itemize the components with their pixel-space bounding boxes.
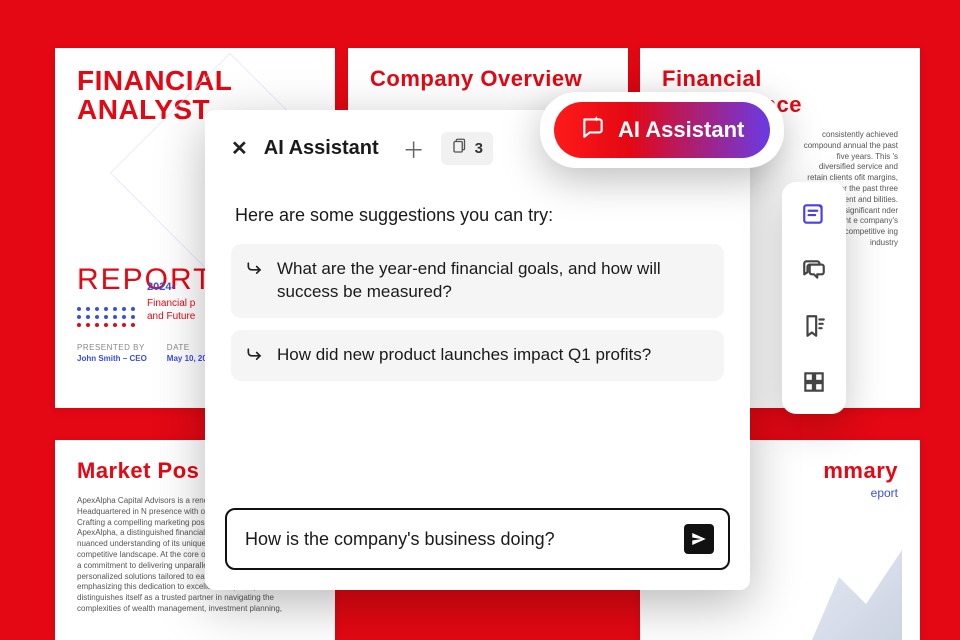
- bookmark-tool[interactable]: [800, 312, 828, 340]
- ai-assistant-pill-container: AI Assistant: [540, 92, 784, 168]
- ai-assistant-panel: ✕ AI Assistant ＋ 3 Here are some suggest…: [205, 110, 750, 590]
- documents-button[interactable]: 3: [441, 132, 493, 165]
- ai-pill-label: AI Assistant: [618, 117, 744, 143]
- ai-panel-title: AI Assistant: [264, 137, 379, 160]
- suggestion-item[interactable]: How did new product launches impact Q1 p…: [231, 330, 724, 381]
- documents-icon: [451, 137, 469, 160]
- thumbnails-tool[interactable]: [800, 368, 828, 396]
- add-icon[interactable]: ＋: [403, 133, 425, 165]
- ai-suggestions-heading: Here are some suggestions you can try:: [235, 205, 720, 226]
- send-button[interactable]: [684, 524, 714, 554]
- documents-count: 3: [475, 140, 483, 157]
- ai-summary-tool[interactable]: [800, 200, 828, 228]
- building-image: [812, 550, 902, 640]
- ai-input-container: [225, 508, 730, 570]
- ai-panel-body: Here are some suggestions you can try: W…: [205, 181, 750, 508]
- close-icon[interactable]: ✕: [231, 136, 248, 161]
- suggestion-arrow-icon: [245, 345, 265, 372]
- comments-tool[interactable]: [800, 256, 828, 284]
- side-toolbar: [782, 182, 846, 414]
- suggestion-item[interactable]: What are the year-end financial goals, a…: [231, 244, 724, 318]
- page2-title: Company Overview: [370, 66, 606, 92]
- suggestion-text: What are the year-end financial goals, a…: [277, 259, 661, 301]
- suggestion-text: How did new product launches impact Q1 p…: [277, 345, 651, 364]
- ai-sparkle-chat-icon: [580, 114, 606, 146]
- suggestion-arrow-icon: [245, 259, 265, 286]
- ai-question-input[interactable]: [245, 529, 684, 550]
- ai-assistant-launch-button[interactable]: AI Assistant: [554, 102, 770, 158]
